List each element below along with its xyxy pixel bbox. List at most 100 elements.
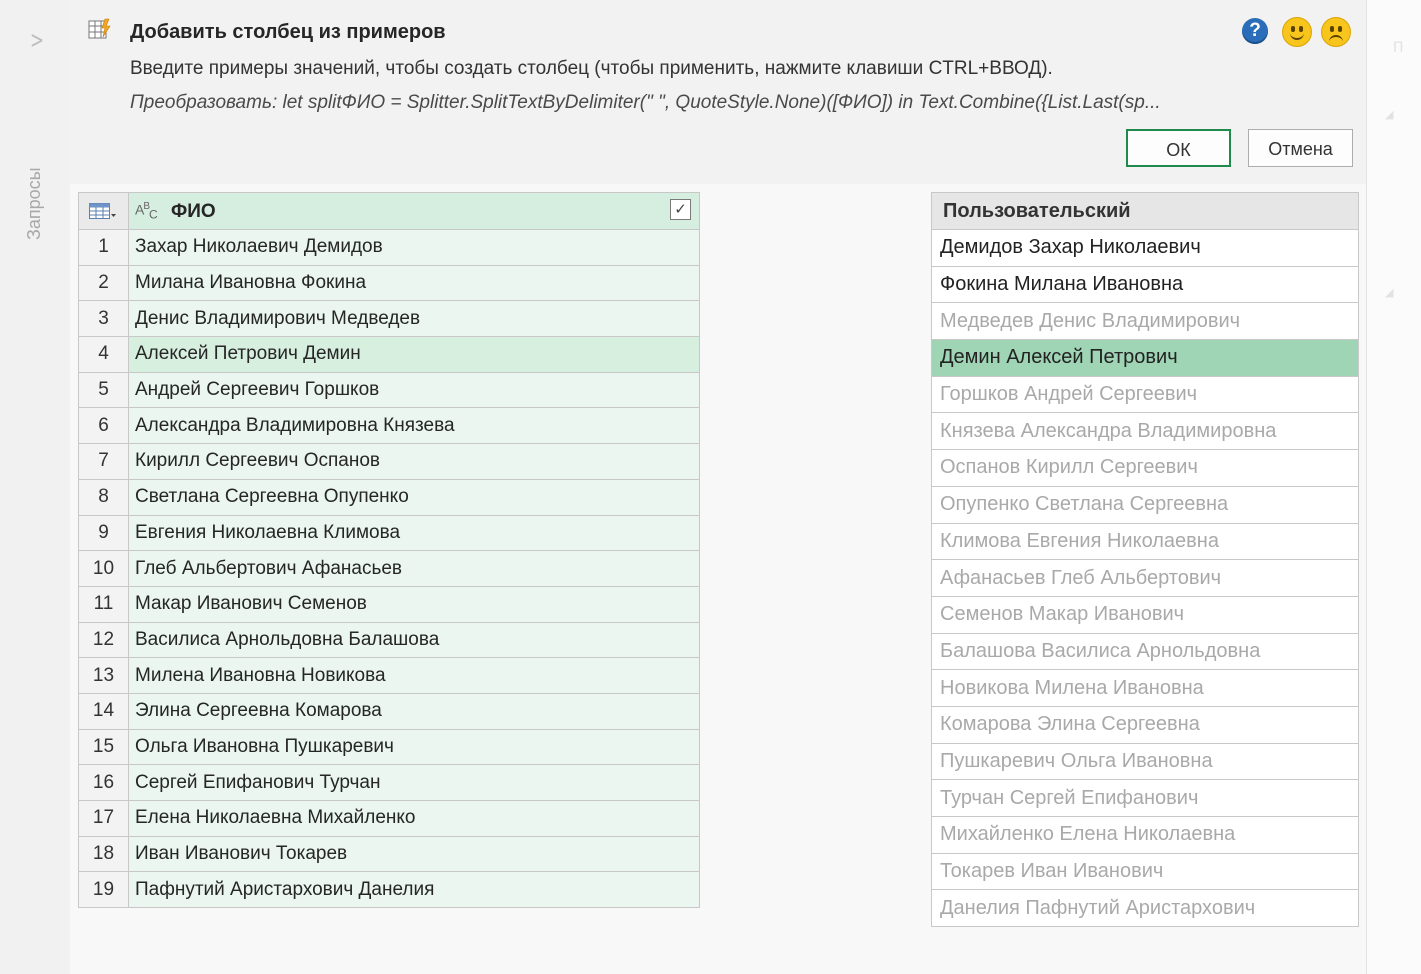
- fio-cell[interactable]: Ольга Ивановна Пушкаревич: [128, 728, 700, 766]
- table-row[interactable]: 16 Сергей Епифанович Турчан: [78, 764, 700, 801]
- suggested-value-cell[interactable]: Данелия Пафнутий Аристархович: [931, 889, 1359, 928]
- fio-cell[interactable]: Алексей Петрович Демин: [128, 336, 700, 373]
- suggested-value-cell[interactable]: Князева Александра Владимировна: [931, 412, 1359, 451]
- row-number[interactable]: 7: [78, 443, 129, 480]
- row-number[interactable]: 17: [78, 800, 129, 837]
- table-row[interactable]: 3 Денис Владимирович Медведев: [78, 300, 700, 338]
- smile-feedback-icon[interactable]: [1282, 17, 1312, 47]
- fio-cell[interactable]: Светлана Сергеевна Опупенко: [128, 478, 700, 516]
- suggested-value-cell[interactable]: Михайленко Елена Николаевна: [931, 816, 1359, 854]
- row-number[interactable]: 9: [78, 514, 129, 552]
- table-menu-cell[interactable]: [78, 192, 129, 230]
- row-number[interactable]: 15: [78, 728, 129, 766]
- table-row[interactable]: 17 Елена Николаевна Михайленко: [78, 800, 700, 837]
- chevron-right-icon[interactable]: >: [30, 28, 44, 52]
- table-row[interactable]: 10 Глеб Альбертович Афанасьев: [78, 550, 700, 587]
- help-icon[interactable]: ?: [1242, 18, 1268, 44]
- row-number[interactable]: 11: [78, 585, 129, 623]
- suggested-value-cell[interactable]: Медведев Денис Владимирович: [931, 302, 1359, 341]
- suggested-value-cell[interactable]: Оспанов Кирилл Сергеевич: [931, 449, 1359, 487]
- table-row[interactable]: Климова Евгения Николаевна: [931, 522, 1359, 561]
- table-row[interactable]: Новикова Милена Ивановна: [931, 669, 1359, 707]
- table-row[interactable]: Горшков Андрей Сергеевич: [931, 375, 1359, 414]
- row-number[interactable]: 19: [78, 871, 129, 909]
- table-row[interactable]: Балашова Василиса Арнольдовна: [931, 632, 1359, 671]
- suggested-value-cell[interactable]: Турчан Сергей Епифанович: [931, 779, 1359, 817]
- fio-cell[interactable]: Макар Иванович Семенов: [128, 585, 700, 623]
- table-row[interactable]: Токарев Иван Иванович: [931, 852, 1359, 891]
- example-value-cell[interactable]: Демидов Захар Николаевич: [931, 229, 1359, 267]
- row-number[interactable]: 6: [78, 407, 129, 445]
- table-row[interactable]: 11 Макар Иванович Семенов: [78, 585, 700, 623]
- row-number[interactable]: 5: [78, 371, 129, 409]
- table-row[interactable]: Пушкаревич Ольга Ивановна: [931, 742, 1359, 781]
- table-row[interactable]: 5 Андрей Сергеевич Горшков: [78, 371, 700, 409]
- table-row[interactable]: Оспанов Кирилл Сергеевич: [931, 449, 1359, 487]
- table-row[interactable]: Князева Александра Владимировна: [931, 412, 1359, 451]
- fio-cell[interactable]: Глеб Альбертович Афанасьев: [128, 550, 700, 587]
- table-row[interactable]: 1 Захар Николаевич Демидов: [78, 229, 700, 266]
- row-number[interactable]: 12: [78, 621, 129, 659]
- ok-button[interactable]: ОК: [1126, 129, 1231, 167]
- fio-cell[interactable]: Кирилл Сергеевич Оспанов: [128, 443, 700, 480]
- table-row[interactable]: Афанасьев Глеб Альбертович: [931, 559, 1359, 597]
- row-number[interactable]: 1: [78, 229, 129, 266]
- row-number[interactable]: 4: [78, 336, 129, 373]
- table-row[interactable]: 9 Евгения Николаевна Климова: [78, 514, 700, 552]
- abc-text-type-icon[interactable]: ABC: [135, 201, 158, 221]
- row-number[interactable]: 10: [78, 550, 129, 587]
- fio-cell[interactable]: Сергей Епифанович Турчан: [128, 764, 700, 801]
- suggested-value-cell[interactable]: Токарев Иван Иванович: [931, 852, 1359, 891]
- fio-cell[interactable]: Иван Иванович Токарев: [128, 835, 700, 873]
- table-row[interactable]: Данелия Пафнутий Аристархович: [931, 889, 1359, 928]
- suggested-value-cell[interactable]: Опупенко Светлана Сергеевна: [931, 485, 1359, 524]
- example-value-cell[interactable]: Фокина Милана Ивановна: [931, 265, 1359, 304]
- row-number[interactable]: 18: [78, 835, 129, 873]
- table-row[interactable]: 2 Милана Ивановна Фокина: [78, 264, 700, 302]
- row-number[interactable]: 13: [78, 657, 129, 694]
- suggested-value-cell[interactable]: Пушкаревич Ольга Ивановна: [931, 742, 1359, 781]
- table-row[interactable]: 14 Элина Сергеевна Комарова: [78, 692, 700, 730]
- table-row[interactable]: 6 Александра Владимировна Князева: [78, 407, 700, 445]
- row-number[interactable]: 3: [78, 300, 129, 338]
- table-row[interactable]: 7 Кирилл Сергеевич Оспанов: [78, 443, 700, 480]
- queries-pane-label[interactable]: Запросы: [24, 167, 45, 240]
- fio-cell[interactable]: Андрей Сергеевич Горшков: [128, 371, 700, 409]
- table-row[interactable]: 4 Алексей Петрович Демин: [78, 336, 700, 373]
- row-number[interactable]: 16: [78, 764, 129, 801]
- fio-cell[interactable]: Милена Ивановна Новикова: [128, 657, 700, 694]
- table-row[interactable]: Опупенко Светлана Сергеевна: [931, 485, 1359, 524]
- suggested-value-cell[interactable]: Новикова Милена Ивановна: [931, 669, 1359, 707]
- fio-cell[interactable]: Евгения Николаевна Климова: [128, 514, 700, 552]
- fio-cell[interactable]: Элина Сергеевна Комарова: [128, 692, 700, 730]
- table-row[interactable]: 15 Ольга Ивановна Пушкаревич: [78, 728, 700, 766]
- suggested-value-cell[interactable]: Балашова Василиса Арнольдовна: [931, 632, 1359, 671]
- row-number[interactable]: 2: [78, 264, 129, 302]
- fio-cell[interactable]: Денис Владимирович Медведев: [128, 300, 700, 338]
- table-row[interactable]: 19 Пафнутий Аристархович Данелия: [78, 871, 700, 909]
- table-row[interactable]: Фокина Милана Ивановна: [931, 265, 1359, 304]
- table-row[interactable]: Комарова Элина Сергеевна: [931, 705, 1359, 744]
- table-row[interactable]: 18 Иван Иванович Токарев: [78, 835, 700, 873]
- fio-cell[interactable]: Милана Ивановна Фокина: [128, 264, 700, 302]
- suggested-value-cell[interactable]: Горшков Андрей Сергеевич: [931, 375, 1359, 414]
- column-header-fio[interactable]: ABC ФИО ✓: [128, 192, 700, 230]
- row-number[interactable]: 8: [78, 478, 129, 516]
- table-row[interactable]: Семенов Макар Иванович: [931, 595, 1359, 634]
- fio-cell[interactable]: Захар Николаевич Демидов: [128, 229, 700, 266]
- table-menu-icon[interactable]: [88, 202, 117, 221]
- cancel-button[interactable]: Отмена: [1248, 129, 1353, 167]
- table-row[interactable]: 13 Милена Ивановна Новикова: [78, 657, 700, 694]
- table-row[interactable]: 8 Светлана Сергеевна Опупенко: [78, 478, 700, 516]
- frown-feedback-icon[interactable]: [1321, 17, 1351, 47]
- suggested-value-cell[interactable]: Климова Евгения Николаевна: [931, 522, 1359, 561]
- table-row[interactable]: Турчан Сергей Епифанович: [931, 779, 1359, 817]
- suggested-value-cell[interactable]: Комарова Элина Сергеевна: [931, 705, 1359, 744]
- fio-cell[interactable]: Александра Владимировна Князева: [128, 407, 700, 445]
- table-row[interactable]: Михайленко Елена Николаевна: [931, 816, 1359, 854]
- fio-cell[interactable]: Пафнутий Аристархович Данелия: [128, 871, 700, 909]
- table-row[interactable]: Медведев Денис Владимирович: [931, 302, 1359, 341]
- suggested-value-cell[interactable]: Афанасьев Глеб Альбертович: [931, 559, 1359, 597]
- example-value-cell[interactable]: Демин Алексей Петрович: [931, 339, 1359, 377]
- column-checkbox[interactable]: ✓: [670, 199, 691, 220]
